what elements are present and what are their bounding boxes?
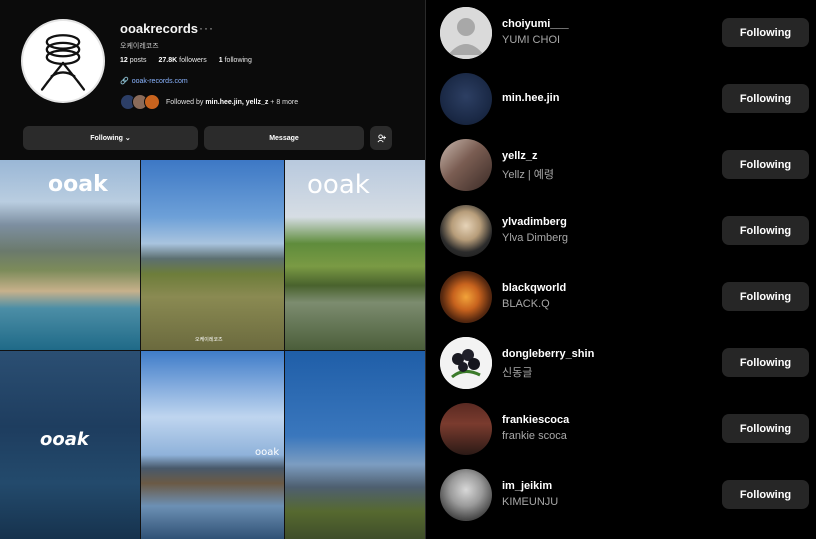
user-avatar[interactable]	[440, 337, 492, 389]
posts-grid: ooak 오케이레코즈 ooak ooak ooak	[0, 160, 425, 539]
default-avatar-icon	[440, 7, 492, 59]
following-button[interactable]: Following	[722, 84, 809, 113]
link-icon: 🔗	[120, 78, 129, 85]
user-username: choiyumi___	[502, 18, 569, 30]
followed-by-avatars	[120, 94, 160, 110]
add-person-icon	[377, 133, 386, 142]
following-row[interactable]: blackqworld BLACK.Q Following	[426, 264, 816, 330]
add-person-button[interactable]	[370, 126, 392, 150]
following-button[interactable]: Following	[722, 150, 809, 179]
post-tile[interactable]: ooak	[0, 160, 140, 350]
following-row[interactable]: yellz_z Yellz | 예령 Following	[426, 132, 816, 198]
message-button[interactable]: Message	[204, 126, 364, 150]
ooak-watermark: ooak	[307, 170, 370, 200]
following-button[interactable]: Following	[722, 18, 809, 47]
user-avatar[interactable]	[440, 73, 492, 125]
profile-username: ooakrecords	[120, 21, 199, 36]
following-row[interactable]: min.hee.jin Following	[426, 66, 816, 132]
followed-by[interactable]: Followed by min.hee.jin, yellz_z + 8 mor…	[120, 94, 298, 110]
user-avatar[interactable]	[440, 403, 492, 455]
user-username: frankiescoca	[502, 414, 570, 426]
ooak-logo-icon	[24, 22, 102, 100]
following-button[interactable]: Following	[722, 348, 809, 377]
ooak-watermark: ooak	[48, 172, 108, 197]
post-caption: 오케이레코즈	[195, 337, 223, 343]
user-full-name: 신동글	[502, 367, 533, 379]
profile-full-name: 오케이레코즈	[120, 43, 159, 50]
post-tile[interactable]: 오케이레코즈	[141, 160, 284, 350]
following-button[interactable]: Following	[722, 414, 809, 443]
user-avatar[interactable]	[440, 139, 492, 191]
following-row[interactable]: frankiescoca frankie scoca Following	[426, 396, 816, 462]
profile-panel: ooakrecords ··· 오케이레코즈 12 posts 27.8K fo…	[0, 0, 425, 539]
berries-icon	[440, 337, 492, 389]
user-username: ylvadimberg	[502, 216, 567, 228]
profile-avatar[interactable]	[21, 19, 105, 103]
user-username: yellz_z	[502, 150, 538, 162]
following-row[interactable]: choiyumi___ YUMI CHOI Following	[426, 0, 816, 66]
profile-link[interactable]: 🔗 ooak-records.com	[120, 77, 188, 86]
following-row[interactable]: ylvadimberg Ylva Dimberg Following	[426, 198, 816, 264]
user-avatar[interactable]	[440, 205, 492, 257]
user-full-name: YUMI CHOI	[502, 34, 561, 46]
followers-stat[interactable]: 27.8K followers	[158, 57, 206, 64]
following-button[interactable]: Following	[722, 282, 809, 311]
profile-stats: 12 posts 27.8K followers 1 following	[120, 57, 252, 64]
ooak-watermark: ooak	[40, 429, 89, 450]
user-full-name: KIMEUNJU	[502, 496, 559, 508]
user-avatar[interactable]	[440, 271, 492, 323]
more-options-icon[interactable]: ···	[199, 21, 214, 35]
following-row[interactable]: dongleberry_shin 신동글 Following	[426, 330, 816, 396]
user-avatar[interactable]	[440, 7, 492, 59]
following-stat[interactable]: 1 following	[219, 57, 252, 64]
post-tile[interactable]: ooak	[0, 351, 140, 539]
following-button[interactable]: Following	[722, 216, 809, 245]
post-tile[interactable]	[285, 351, 425, 539]
post-tile[interactable]: ooak	[285, 160, 425, 350]
user-full-name: frankie scoca	[502, 430, 567, 442]
user-username: min.hee.jin	[502, 92, 560, 104]
following-list: choiyumi___ YUMI CHOI Following min.hee.…	[426, 0, 816, 539]
user-full-name: Yellz | 예령	[502, 169, 555, 181]
posts-stat[interactable]: 12 posts	[120, 57, 146, 64]
user-username: im_jeikim	[502, 480, 553, 492]
following-button[interactable]: Following	[722, 480, 809, 509]
mini-avatar	[144, 94, 160, 110]
user-full-name: BLACK.Q	[502, 298, 550, 310]
user-full-name: Ylva Dimberg	[502, 232, 569, 244]
post-tile[interactable]: ooak	[141, 351, 284, 539]
following-button[interactable]: Following ⌄	[23, 126, 198, 150]
user-avatar[interactable]	[440, 469, 492, 521]
followed-by-text: Followed by min.hee.jin, yellz_z + 8 mor…	[166, 98, 299, 106]
user-username: blackqworld	[502, 282, 567, 294]
following-row[interactable]: im_jeikim KIMEUNJU Following	[426, 462, 816, 528]
user-username: dongleberry_shin	[502, 348, 595, 360]
chevron-down-icon: ⌄	[122, 135, 131, 142]
ooak-watermark: ooak	[255, 447, 280, 458]
